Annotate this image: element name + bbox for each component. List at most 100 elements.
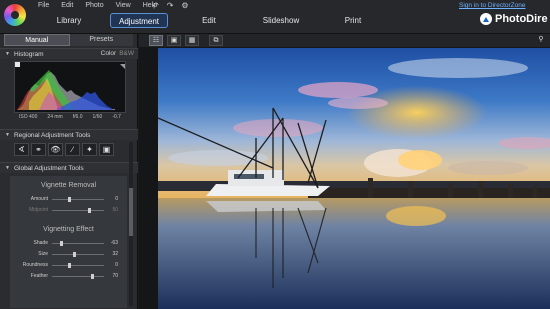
slider-midpoint: Midpoint 50 <box>10 205 127 216</box>
tab-library[interactable]: Library <box>38 13 100 28</box>
slider-knob[interactable] <box>60 241 64 246</box>
photo-image <box>158 48 550 309</box>
slider-value[interactable]: 32 <box>106 251 118 257</box>
collapse-icon: ▼ <box>5 164 10 171</box>
regional-header[interactable]: ▼ Regional Adjustment Tools <box>0 129 138 140</box>
histogram-mode: Color B&W <box>101 48 134 59</box>
global-section: ▼ Global Adjustment Tools <box>0 162 138 173</box>
tab-manual[interactable]: Manual <box>4 34 70 46</box>
module-tabs: Library Adjustment Edit Slideshow Print <box>38 13 394 28</box>
slider-feather: Feather 70 <box>10 271 127 282</box>
histogram-chart <box>14 61 126 113</box>
redo-icon[interactable]: ↷ <box>167 1 174 10</box>
exif-info: ISO 400 24 mm f/6.0 1/60 -0.7 <box>14 114 126 120</box>
slider-track[interactable] <box>52 263 104 268</box>
menu-file[interactable]: File <box>32 1 55 10</box>
exif-focal: 24 mm <box>47 114 63 120</box>
histogram-color-option[interactable]: Color <box>101 50 117 57</box>
global-tools-list: Vignette Removal Amount 0 Midpoint 50 Vi… <box>10 176 127 308</box>
shadow-clipping-icon[interactable] <box>15 62 20 67</box>
brand-name: PhotoDire <box>495 13 548 25</box>
slider-label: Shade <box>33 240 48 246</box>
highlight-clipping-icon[interactable] <box>120 64 125 69</box>
regional-title: Regional Adjustment Tools <box>13 131 91 139</box>
slider-label: Size <box>38 251 48 257</box>
slider-value[interactable]: 70 <box>106 273 118 279</box>
gradient-brush-icon[interactable]: ✦ <box>82 143 97 156</box>
histogram-graph <box>15 62 125 110</box>
slider-label: Feather <box>30 273 48 279</box>
tab-presets[interactable]: Presets <box>69 34 133 46</box>
zoom-icon[interactable]: ⚲ <box>534 35 548 46</box>
collapse-icon: ▼ <box>5 131 10 138</box>
slider-track[interactable] <box>52 241 104 246</box>
compare-before-after-icon[interactable]: ☷ <box>149 35 163 46</box>
regional-section: ▼ Regional Adjustment Tools <box>0 129 138 140</box>
top-bar: File Edit Photo View Help ↶ ↷ ⚙ Library … <box>0 0 550 34</box>
menu-view[interactable]: View <box>110 1 137 10</box>
tab-print[interactable]: Print <box>322 13 384 28</box>
fullscreen-icon[interactable]: ⧉ <box>209 35 223 46</box>
exif-iso: ISO 400 <box>19 114 38 120</box>
slider-label: Midpoint <box>29 207 48 213</box>
image-viewer[interactable] <box>139 47 550 309</box>
exif-aperture: f/6.0 <box>72 114 83 120</box>
brand-logo-icon <box>480 13 492 25</box>
brush-icon[interactable]: ∕ <box>65 143 80 156</box>
vignetting-effect-title: Vignetting Effect <box>43 226 94 233</box>
slider-knob[interactable] <box>67 263 71 268</box>
view-toolbar: ☷ ▣ ▦ ⧉ ⚲ <box>139 34 550 47</box>
signin-link[interactable]: Sign in to DirectorZone <box>459 2 525 9</box>
slider-knob[interactable] <box>91 274 94 279</box>
slider-value[interactable]: 0 <box>106 262 118 268</box>
slider-knob[interactable] <box>72 252 76 257</box>
slider-value[interactable]: -63 <box>106 240 118 246</box>
slider-track[interactable] <box>52 274 104 279</box>
menu-bar: File Edit Photo View Help <box>32 1 163 10</box>
single-view-icon[interactable]: ▣ <box>167 35 181 46</box>
slider-label: Roundness <box>22 262 48 268</box>
photo-preview[interactable] <box>158 48 550 309</box>
tab-adjustment[interactable]: Adjustment <box>110 13 168 28</box>
slider-knob[interactable] <box>88 208 92 213</box>
slider-knob[interactable] <box>67 197 71 202</box>
grid-view-icon[interactable]: ▦ <box>185 35 199 46</box>
global-header[interactable]: ▼ Global Adjustment Tools <box>0 162 138 173</box>
app-logo <box>4 4 26 26</box>
slider-value[interactable]: 0 <box>106 196 118 202</box>
slider-label: Amount <box>30 196 48 202</box>
slider-track[interactable] <box>52 252 104 257</box>
vignette-removal-title: Vignette Removal <box>40 182 97 189</box>
slider-size: Size 32 <box>10 249 127 260</box>
panel-scrollbar[interactable] <box>129 142 133 306</box>
collapse-icon: ▼ <box>5 50 10 57</box>
spot-removal-icon[interactable]: ⚭ <box>31 143 46 156</box>
tab-edit[interactable]: Edit <box>178 13 240 28</box>
slider-track[interactable] <box>52 208 104 213</box>
slider-value[interactable]: 50 <box>106 207 118 213</box>
menu-edit[interactable]: Edit <box>55 1 79 10</box>
adjustment-panel: Manual Presets ▼ Histogram Color B&W ISO … <box>0 34 138 309</box>
radial-filter-icon[interactable]: ▣ <box>99 143 114 156</box>
slider-track[interactable] <box>52 197 104 202</box>
slider-amount: Amount 0 <box>10 194 127 205</box>
histogram-bw-option[interactable]: B&W <box>119 50 134 57</box>
red-eye-icon[interactable]: 👁 <box>48 143 63 156</box>
global-title: Global Adjustment Tools <box>13 164 84 172</box>
menu-photo[interactable]: Photo <box>79 1 109 10</box>
settings-icon[interactable]: ⚙ <box>181 1 188 10</box>
tab-slideshow[interactable]: Slideshow <box>250 13 312 28</box>
histogram-section: ▼ Histogram Color B&W <box>0 48 138 59</box>
undo-redo-group: ↶ ↷ ⚙ <box>152 1 189 10</box>
histogram-title: Histogram <box>13 50 44 58</box>
exif-shutter: 1/60 <box>92 114 103 120</box>
exif-exposure: -0.7 <box>112 114 121 120</box>
slider-shade: Shade -63 <box>10 238 127 249</box>
regional-toolbar: ∢ ⚭ 👁 ∕ ✦ ▣ <box>14 143 114 156</box>
brand: PhotoDire <box>480 13 548 25</box>
panel-tabs: Manual Presets <box>4 34 133 46</box>
scrollbar-thumb[interactable] <box>129 188 133 236</box>
crop-angle-icon[interactable]: ∢ <box>14 143 29 156</box>
slider-roundness: Roundness 0 <box>10 260 127 271</box>
undo-icon[interactable]: ↶ <box>152 1 159 10</box>
